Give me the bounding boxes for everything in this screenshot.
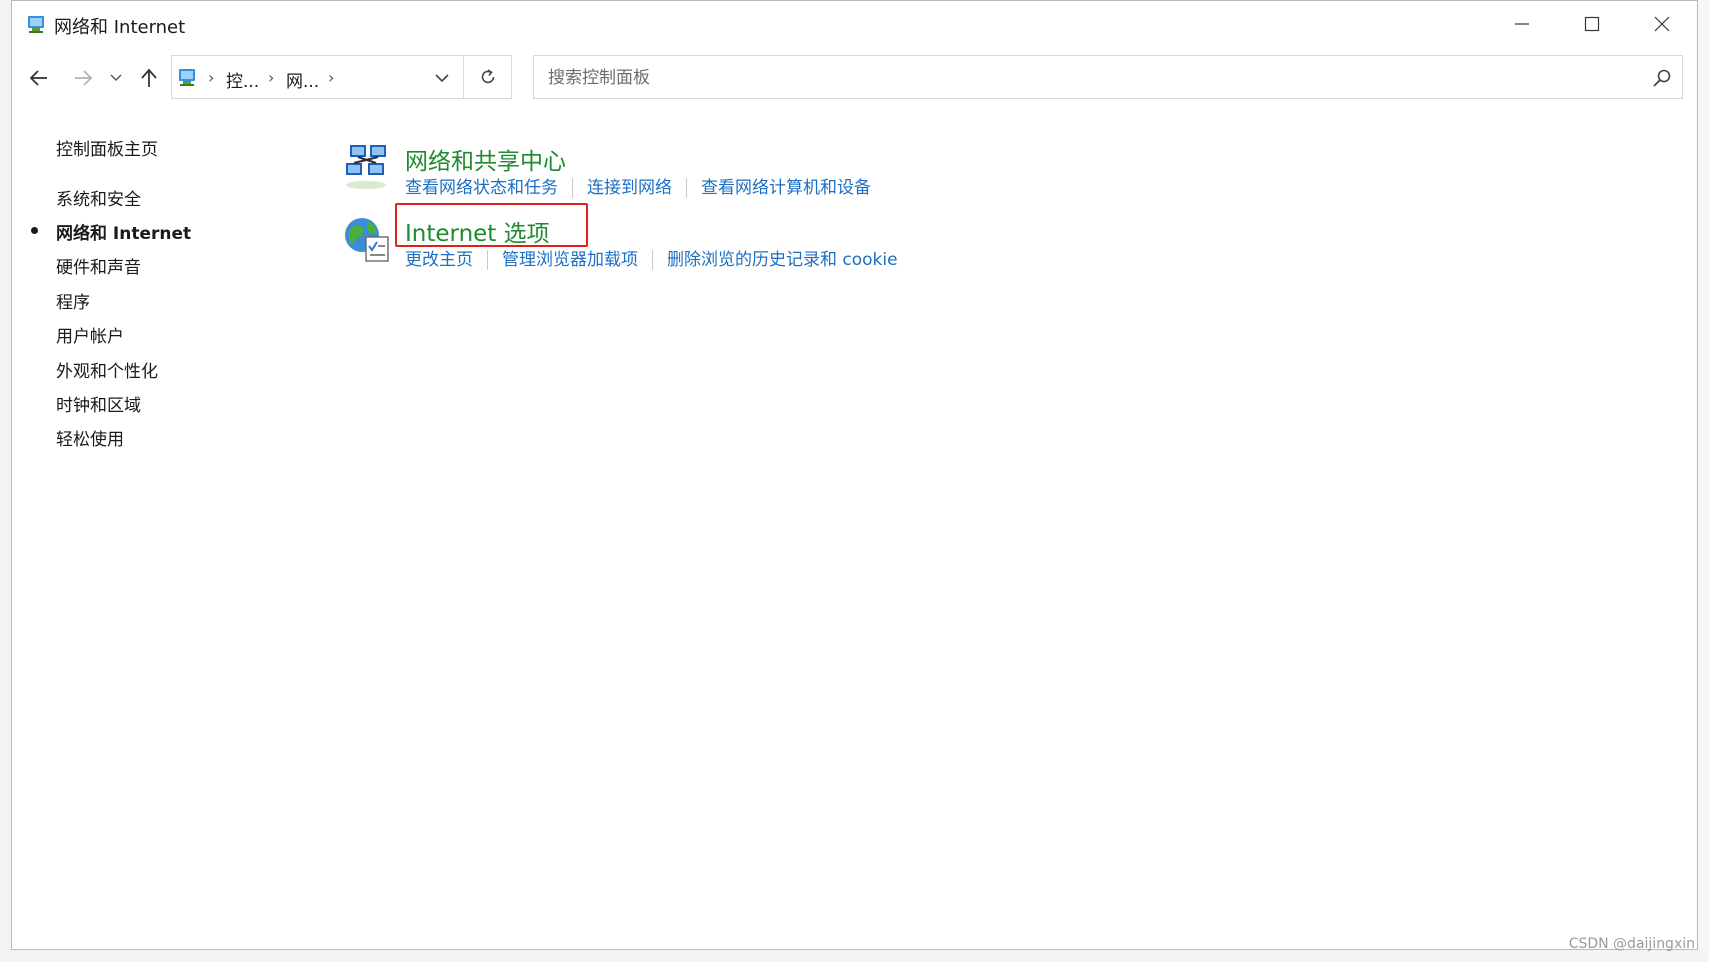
maximize-icon [1584,16,1600,32]
chevron-down-icon [110,74,122,81]
sidebar-item-clock-region[interactable]: 时钟和区域 [56,391,141,416]
minimize-button[interactable] [1487,1,1557,47]
network-sharing-center-links: 查看网络状态和任务 连接到网络 查看网络计算机和设备 [405,173,871,198]
link-delete-browsing-history[interactable]: 删除浏览的历史记录和 cookie [667,250,898,270]
watermark-text: CSDN @daijingxin [1568,936,1695,952]
address-bar[interactable]: › 控... › 网... › [171,55,464,99]
background-window-bottom [0,950,1709,962]
link-separator [572,178,573,198]
link-change-homepage[interactable]: 更改主页 [405,250,473,270]
internet-options-links: 更改主页 管理浏览器加载项 删除浏览的历史记录和 cookie [405,245,898,270]
up-arrow-icon [141,68,157,87]
window-title: 网络和 Internet [54,17,186,38]
back-arrow-icon [29,70,47,86]
back-button[interactable] [24,65,54,91]
link-connect-to-network[interactable]: 连接到网络 [587,178,672,198]
breadcrumb-network-internet[interactable]: 网... [286,67,319,92]
link-view-network-status[interactable]: 查看网络状态和任务 [405,178,558,198]
background-window-right [1697,0,1709,962]
sidebar-item-appearance[interactable]: 外观和个性化 [56,357,158,382]
link-separator [686,178,687,198]
active-indicator-bullet [31,227,38,234]
search-icon[interactable] [1652,68,1672,88]
forward-arrow-icon [75,70,93,86]
screen: 网络和 Internet › 控... › 网... › 搜索控制面板 控制面板… [0,0,1709,962]
forward-button[interactable] [68,65,98,91]
breadcrumb-separator[interactable]: › [208,68,214,87]
search-input[interactable] [546,64,1630,92]
link-separator [652,250,653,270]
sidebar-item-hardware-sound[interactable]: 硬件和声音 [56,253,141,278]
recent-locations-button[interactable] [106,65,126,91]
highlight-annotation-box [395,203,588,247]
control-panel-location-icon [177,66,199,88]
sidebar-item-control-panel-home[interactable]: 控制面板主页 [56,135,158,160]
control-panel-window: 网络和 Internet › 控... › 网... › 搜索控制面板 控制面板… [11,0,1698,950]
minimize-icon [1515,23,1529,25]
network-sharing-center-title[interactable]: 网络和共享中心 [405,142,566,176]
refresh-icon [481,69,494,84]
network-folder-icon [26,13,48,35]
search-box[interactable] [533,55,1683,99]
close-icon [1654,16,1670,32]
breadcrumb-separator[interactable]: › [268,68,274,87]
title-bar[interactable]: 网络和 Internet [12,1,1697,47]
sidebar-item-network-internet[interactable]: 网络和 Internet [56,219,191,244]
sidebar-item-ease-of-access[interactable]: 轻松使用 [56,425,124,450]
navigation-bar: › 控... › 网... › [12,53,1697,103]
sidebar-item-user-accounts[interactable]: 用户帐户 [56,322,124,347]
up-button[interactable] [134,65,164,91]
sidebar-item-system-security[interactable]: 系统和安全 [56,185,141,210]
link-manage-browser-addons[interactable]: 管理浏览器加载项 [502,250,638,270]
address-dropdown-button[interactable] [427,66,457,90]
breadcrumb-separator[interactable]: › [328,68,334,87]
refresh-button[interactable] [464,55,512,99]
close-button[interactable] [1627,1,1697,47]
chevron-down-icon [435,73,449,82]
maximize-button[interactable] [1557,1,1627,47]
breadcrumb-control-panel[interactable]: 控... [226,67,259,92]
network-sharing-center-icon [342,143,392,193]
link-separator [487,250,488,270]
internet-options-globe-icon [342,215,392,265]
sidebar-item-programs[interactable]: 程序 [56,288,90,313]
link-view-network-computers[interactable]: 查看网络计算机和设备 [701,178,871,198]
